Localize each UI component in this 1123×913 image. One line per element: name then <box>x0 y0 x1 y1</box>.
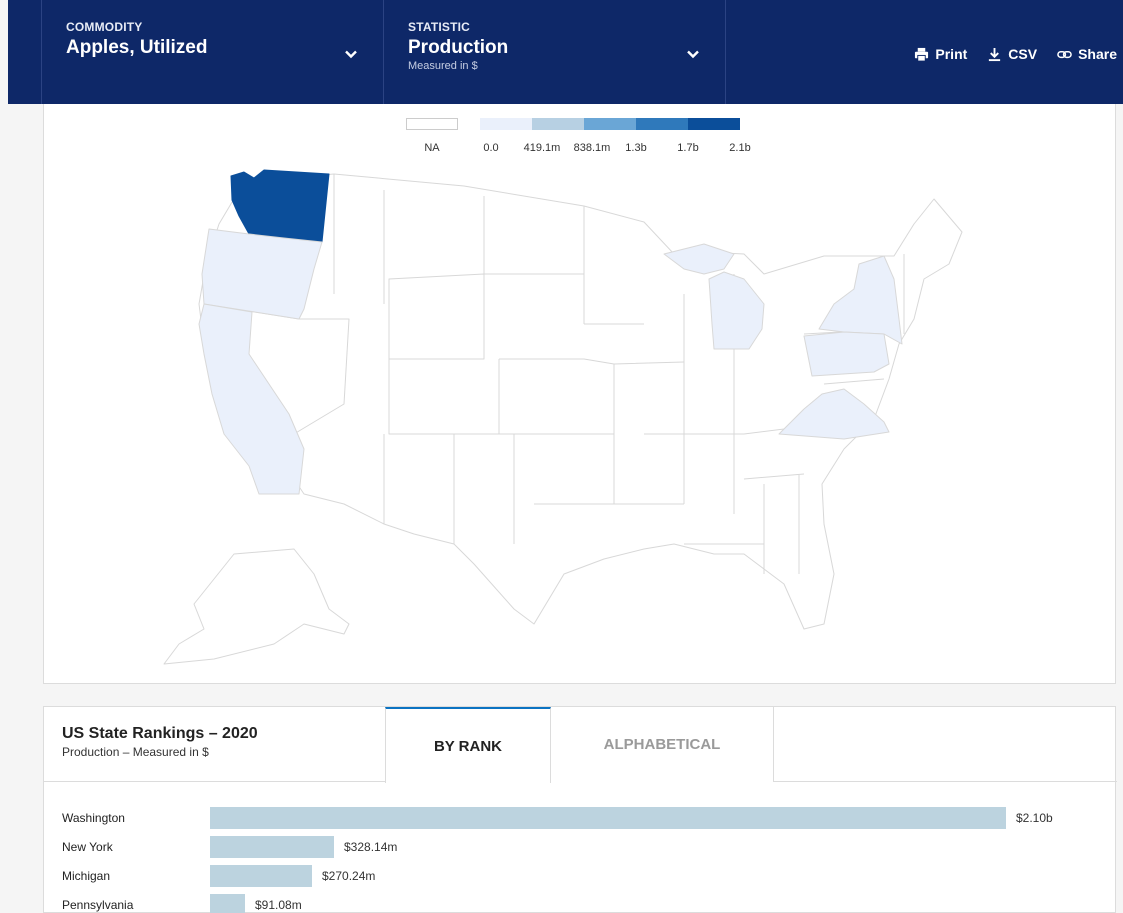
download-icon <box>989 47 1001 61</box>
us-choropleth-map[interactable] <box>44 104 1117 684</box>
ranking-row: New York $328.14m <box>44 836 1117 858</box>
ranking-state: Pennsylvania <box>62 898 134 912</box>
ranking-row: Washington $2.10b <box>44 807 1117 829</box>
print-button[interactable]: Print <box>914 46 967 62</box>
tab-alphabetical[interactable]: ALPHABETICAL <box>551 707 774 782</box>
rankings-card: US State Rankings – 2020 Production – Me… <box>43 706 1117 913</box>
ranking-bar <box>210 865 312 887</box>
ranking-bar <box>210 894 245 913</box>
header-bar: COMMODITY Apples, Utilized STATISTIC Pro… <box>8 0 1123 104</box>
ranking-value: $328.14m <box>344 840 398 854</box>
commodity-selector[interactable]: COMMODITY Apples, Utilized <box>42 0 384 104</box>
header-actions: Print CSV Share <box>726 0 1123 104</box>
rankings-header: US State Rankings – 2020 Production – Me… <box>44 707 1117 783</box>
ranking-state: Michigan <box>62 869 111 883</box>
print-label: Print <box>935 46 968 62</box>
ranking-row: Michigan $270.24m <box>44 865 1117 887</box>
chevron-down-icon <box>687 50 699 59</box>
rankings-title: US State Rankings – 2020 <box>62 725 258 742</box>
ranking-row: Pennsylvania $91.08m <box>44 894 1117 913</box>
statistic-selector[interactable]: STATISTIC Production Measured in $ <box>384 0 726 104</box>
share-label: Share <box>1078 46 1117 62</box>
printer-icon <box>915 47 929 62</box>
header-spacer <box>8 0 42 104</box>
ranking-value: $270.24m <box>322 869 376 883</box>
rankings-title-block: US State Rankings – 2020 Production – Me… <box>62 725 258 759</box>
ranking-value: $2.10b <box>1016 811 1053 825</box>
state-alaska <box>163 548 350 665</box>
commodity-caption: COMMODITY <box>66 20 143 34</box>
csv-label: CSV <box>1008 46 1038 62</box>
link-icon <box>1057 50 1072 58</box>
state-pennsylvania <box>803 331 890 377</box>
statistic-caption: STATISTIC <box>408 20 471 34</box>
rankings-subtitle: Production – Measured in $ <box>62 745 209 759</box>
statistic-unit: Measured in $ <box>408 60 478 72</box>
ranking-bar <box>210 836 334 858</box>
tab-by-rank[interactable]: BY RANK <box>385 707 551 783</box>
ranking-state: New York <box>62 840 113 854</box>
share-button[interactable]: Share <box>1057 46 1117 62</box>
commodity-value: Apples, Utilized <box>66 37 208 58</box>
csv-download-button[interactable]: CSV <box>987 46 1037 62</box>
chevron-down-icon <box>345 50 357 59</box>
state-oregon <box>201 228 323 320</box>
map-card: NA 0.0 419.1m 838.1m 1.3b 1.7b 2.1b <box>43 104 1116 684</box>
ranking-bar <box>210 807 1006 829</box>
ranking-state: Washington <box>62 811 125 825</box>
ranking-value: $91.08m <box>255 898 302 912</box>
statistic-value: Production <box>408 37 509 58</box>
